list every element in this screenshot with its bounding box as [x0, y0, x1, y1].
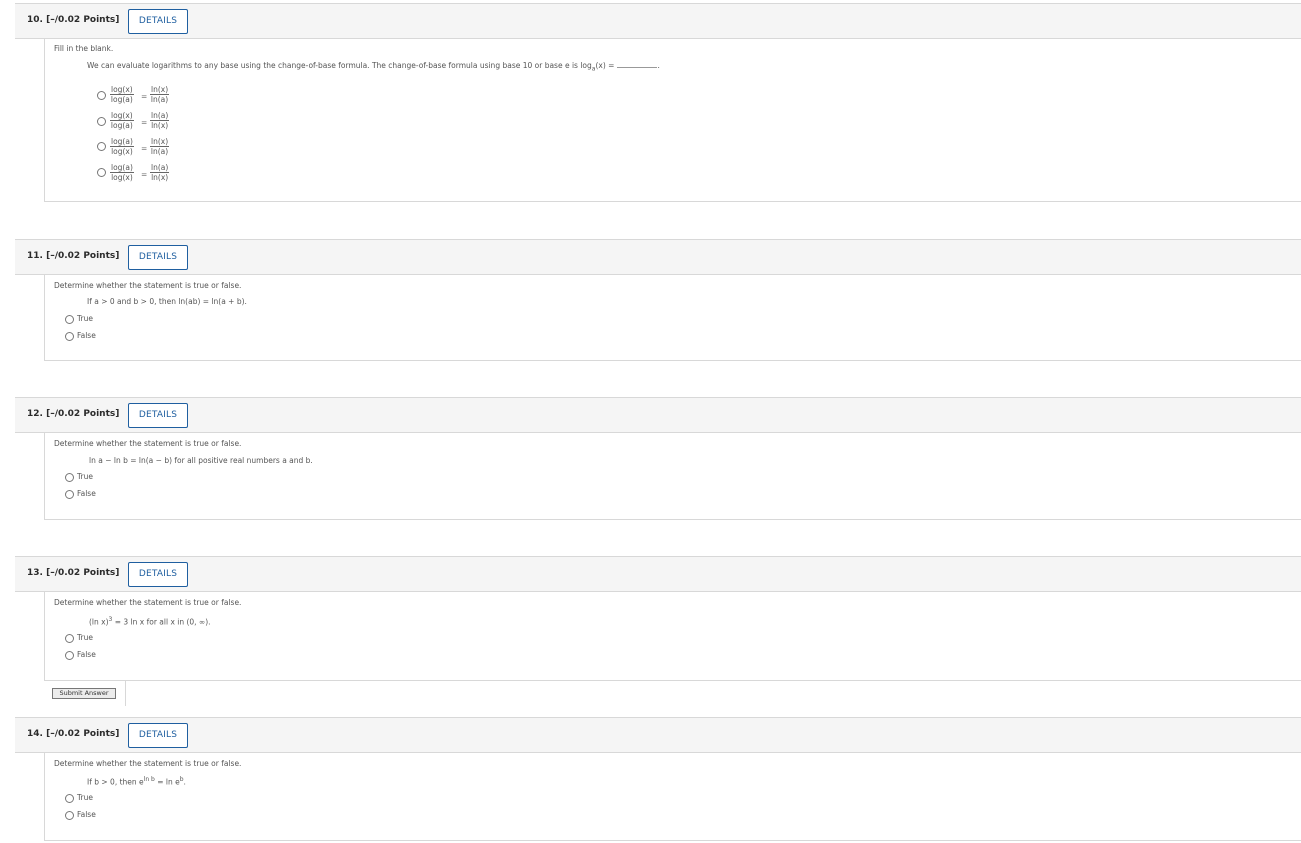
option-label: False — [77, 650, 96, 659]
question-title: 10. [–/0.02 Points] — [27, 15, 120, 25]
radio-button[interactable] — [65, 490, 74, 499]
radio-button[interactable] — [65, 332, 74, 341]
details-button[interactable]: DETAILS — [128, 562, 188, 587]
details-button[interactable]: DETAILS — [128, 723, 188, 748]
radio-button[interactable] — [97, 117, 106, 126]
question-title: 12. [–/0.02 Points] — [27, 409, 120, 419]
question-header: 11. [–/0.02 Points] DETAILS — [15, 239, 1301, 275]
fraction: log(x) log(a) — [110, 111, 134, 130]
radio-button[interactable] — [65, 473, 74, 482]
question-title: 14. [–/0.02 Points] — [27, 729, 120, 739]
answer-option-false[interactable]: False — [65, 810, 125, 822]
question-prompt: Fill in the blank. — [54, 44, 114, 53]
question-prompt: Determine whether the statement is true … — [54, 759, 242, 768]
fraction: log(a) log(x) — [110, 163, 134, 182]
answer-option-true[interactable]: True — [65, 314, 125, 326]
question-statement: (ln x)3 = 3 ln x for all x in (0, ∞). — [89, 616, 211, 627]
fraction: log(a) log(x) — [110, 137, 134, 156]
question-title: 13. [–/0.02 Points] — [27, 568, 120, 578]
option-label: False — [77, 331, 96, 340]
question-body: Determine whether the statement is true … — [44, 753, 1301, 841]
question-prompt: Determine whether the statement is true … — [54, 439, 242, 448]
question-statement: ln a − ln b = ln(a − b) for all positive… — [89, 456, 313, 465]
question-body: Determine whether the statement is true … — [44, 433, 1301, 520]
option-label: True — [77, 314, 93, 323]
question-body: Fill in the blank. We can evaluate logar… — [44, 39, 1301, 202]
answer-option-false[interactable]: False — [65, 650, 125, 662]
question-statement: If a > 0 and b > 0, then ln(ab) = ln(a +… — [87, 297, 247, 306]
submit-answer-button[interactable]: Submit Answer — [52, 688, 116, 699]
fill-in-blank — [617, 67, 658, 68]
answer-option-true[interactable]: True — [65, 633, 125, 645]
submit-area: Submit Answer — [44, 680, 126, 706]
question-title: 11. [–/0.02 Points] — [27, 251, 120, 261]
radio-button[interactable] — [97, 142, 106, 151]
answer-option-false[interactable]: False — [65, 489, 125, 501]
details-button[interactable]: DETAILS — [128, 9, 188, 34]
fraction: ln(a) ln(x) — [150, 163, 170, 182]
fraction: ln(x) ln(a) — [150, 85, 170, 104]
option-label: False — [77, 810, 96, 819]
answer-option-true[interactable]: True — [65, 793, 125, 805]
radio-button[interactable] — [65, 651, 74, 660]
radio-button[interactable] — [97, 91, 106, 100]
question-body: Determine whether the statement is true … — [44, 275, 1301, 361]
details-button[interactable]: DETAILS — [128, 245, 188, 270]
answer-option-true[interactable]: True — [65, 472, 125, 484]
option-label: True — [77, 793, 93, 802]
option-label: True — [77, 472, 93, 481]
radio-button[interactable] — [65, 811, 74, 820]
radio-button[interactable] — [97, 168, 106, 177]
equals-sign: = — [141, 170, 148, 179]
question-statement: We can evaluate logarithms to any base u… — [87, 61, 660, 73]
radio-button[interactable] — [65, 634, 74, 643]
question-body: Determine whether the statement is true … — [44, 592, 1301, 680]
question-prompt: Determine whether the statement is true … — [54, 598, 242, 607]
question-header: 13. [–/0.02 Points] DETAILS — [15, 556, 1301, 592]
fraction: log(x) log(a) — [110, 85, 134, 104]
question-prompt: Determine whether the statement is true … — [54, 281, 242, 290]
answer-option-false[interactable]: False — [65, 331, 125, 343]
equals-sign: = — [141, 92, 148, 101]
fraction: ln(x) ln(a) — [150, 137, 170, 156]
question-statement: If b > 0, then eln b = ln eb. — [87, 776, 186, 787]
question-header: 12. [–/0.02 Points] DETAILS — [15, 397, 1301, 433]
details-button[interactable]: DETAILS — [128, 403, 188, 428]
question-header: 10. [–/0.02 Points] DETAILS — [15, 3, 1301, 39]
radio-button[interactable] — [65, 794, 74, 803]
radio-button[interactable] — [65, 315, 74, 324]
equals-sign: = — [141, 118, 148, 127]
option-label: False — [77, 489, 96, 498]
option-label: True — [77, 633, 93, 642]
fraction: ln(a) ln(x) — [150, 111, 170, 130]
divider — [126, 680, 1301, 681]
question-header: 14. [–/0.02 Points] DETAILS — [15, 717, 1301, 753]
equals-sign: = — [141, 144, 148, 153]
